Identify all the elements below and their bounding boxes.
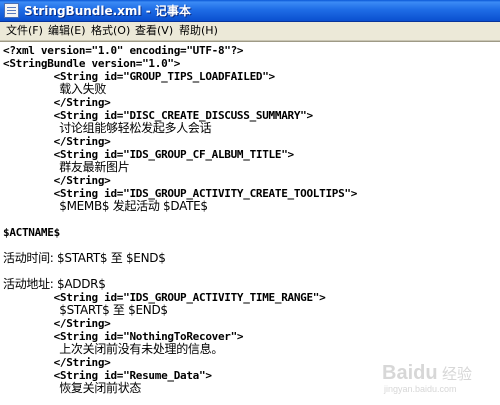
- baidu-jingyan-watermark: Baidu 经验 jingyan.baidu.com: [382, 362, 472, 394]
- text-line: $MEMB$ 发起活动 $DATE$: [3, 199, 208, 213]
- text-line: 活动时间: $START$ 至 $END$: [3, 251, 166, 265]
- menu-format[interactable]: 格式(O): [89, 24, 132, 38]
- text-line: </String>: [3, 174, 111, 187]
- text-line: 讨论组能够轻松发起多人会话: [3, 121, 212, 135]
- window-title: StringBundle.xml - 记事本: [24, 4, 191, 18]
- notepad-window: StringBundle.xml - 记事本 文件(F) 编辑(E) 格式(O)…: [0, 0, 500, 405]
- text-line: $START$ 至 $END$: [3, 303, 168, 317]
- menu-file[interactable]: 文件(F): [4, 24, 45, 38]
- menu-bar: 文件(F) 编辑(E) 格式(O) 查看(V) 帮助(H): [0, 22, 500, 41]
- watermark-suffix: 经验: [442, 365, 472, 383]
- text-line: 恢复关闭前状态: [3, 381, 142, 395]
- text-editor-area[interactable]: <?xml version="1.0" encoding="UTF-8"?> <…: [0, 41, 500, 405]
- menu-view[interactable]: 查看(V): [133, 24, 175, 38]
- notepad-icon: [4, 3, 19, 18]
- text-line: </String>: [3, 96, 111, 109]
- menu-edit[interactable]: 编辑(E): [46, 24, 88, 38]
- text-line: $ACTNAME$: [3, 226, 60, 239]
- text-line: </String>: [3, 356, 111, 369]
- watermark-url: jingyan.baidu.com: [383, 384, 457, 394]
- text-line: 载入失败: [3, 82, 107, 96]
- title-bar[interactable]: StringBundle.xml - 记事本: [0, 0, 500, 22]
- text-line: </String>: [3, 135, 111, 148]
- text-line: </String>: [3, 317, 111, 330]
- menu-help[interactable]: 帮助(H): [177, 24, 220, 38]
- text-line: <?xml version="1.0" encoding="UTF-8"?>: [3, 44, 244, 57]
- text-line: 上次关闭前没有未处理的信息。: [3, 342, 224, 356]
- text-line: 活动地址: $ADDR$: [3, 277, 106, 291]
- watermark-brand: Baidu: [382, 362, 438, 384]
- text-line: 群友最新图片: [3, 160, 130, 174]
- text-line: <StringBundle version="1.0">: [3, 57, 181, 70]
